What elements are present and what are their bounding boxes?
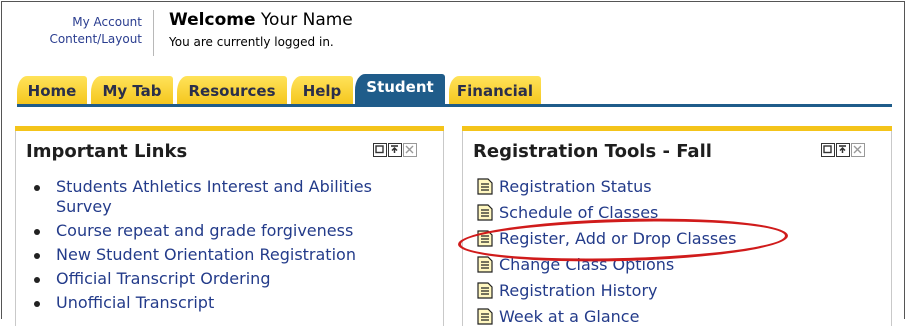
link-label[interactable]: Registration History [499,281,658,301]
bullet-icon [34,185,40,191]
link-label[interactable]: New Student Orientation Registration [56,245,356,264]
portal-window: My Account Content/Layout Welcome Your N… [1,1,905,326]
panel-title: Registration Tools - Fall [473,141,712,162]
panel-controls [373,143,417,157]
registration-tools-list: Registration Status Schedule of Classes … [477,177,736,333]
list-item[interactable]: Students Athletics Interest and Abilitie… [34,177,426,217]
welcome-heading: Welcome Your Name [169,10,353,30]
document-icon [477,230,493,247]
tab-home[interactable]: Home [17,76,87,106]
important-links-list: Students Athletics Interest and Abilitie… [34,177,426,317]
user-name: Your Name [260,10,353,30]
bullet-icon [34,229,40,235]
maximize-icon[interactable] [821,143,835,157]
list-item[interactable]: Official Transcript Ordering [34,269,426,289]
content-layout-link[interactable]: Content/Layout [24,31,142,48]
list-item[interactable]: Register, Add or Drop Classes [477,229,736,255]
tab-resources[interactable]: Resources [177,76,287,106]
maximize-icon[interactable] [373,143,387,157]
tab-my-tab[interactable]: My Tab [91,76,173,106]
link-label[interactable]: Week at a Glance [499,307,639,327]
panel-title: Important Links [26,141,188,162]
welcome-label: Welcome [169,10,256,30]
document-icon [477,178,493,195]
account-links: My Account Content/Layout [24,14,142,48]
panel-controls [821,143,865,157]
my-account-link[interactable]: My Account [24,14,142,31]
panel-top-bar [462,126,892,131]
close-icon[interactable] [403,143,417,157]
list-item[interactable]: Change Class Options [477,255,736,281]
link-label[interactable]: Change Class Options [499,255,674,275]
list-item[interactable]: Course repeat and grade forgiveness [34,221,426,241]
bullet-icon [34,253,40,259]
panel-top-bar [15,126,444,131]
header-divider [153,10,154,56]
list-item[interactable]: Unofficial Transcript [34,293,426,313]
tab-student[interactable]: Student [355,74,445,106]
document-icon [477,282,493,299]
tab-underline [17,104,892,107]
tab-financial[interactable]: Financial [449,76,541,106]
link-label[interactable]: Official Transcript Ordering [56,269,270,288]
link-label[interactable]: Students Athletics Interest and Abilitie… [56,177,372,216]
bullet-icon [34,301,40,307]
link-label[interactable]: Registration Status [499,177,652,197]
document-icon [477,204,493,221]
tab-bar: Home My Tab Resources Help Student Finan… [17,74,557,106]
link-label[interactable]: Register, Add or Drop Classes [499,229,736,249]
list-item[interactable]: Schedule of Classes [477,203,736,229]
list-item[interactable]: Week at a Glance [477,307,736,333]
list-item[interactable]: New Student Orientation Registration [34,245,426,265]
minimize-icon[interactable] [388,143,402,157]
minimize-icon[interactable] [836,143,850,157]
bullet-icon [34,277,40,283]
important-links-panel: Important Links Students Athletics Inter… [15,126,444,326]
list-item[interactable]: Registration History [477,281,736,307]
close-icon[interactable] [851,143,865,157]
link-label[interactable]: Course repeat and grade forgiveness [56,221,353,240]
link-label[interactable]: Unofficial Transcript [56,293,214,312]
document-icon [477,256,493,273]
login-status: You are currently logged in. [169,35,334,49]
link-label[interactable]: Schedule of Classes [499,203,658,223]
document-icon [477,308,493,325]
tab-help[interactable]: Help [291,76,353,106]
registration-tools-panel: Registration Tools - Fall Registration S… [462,126,892,326]
list-item[interactable]: Registration Status [477,177,736,203]
